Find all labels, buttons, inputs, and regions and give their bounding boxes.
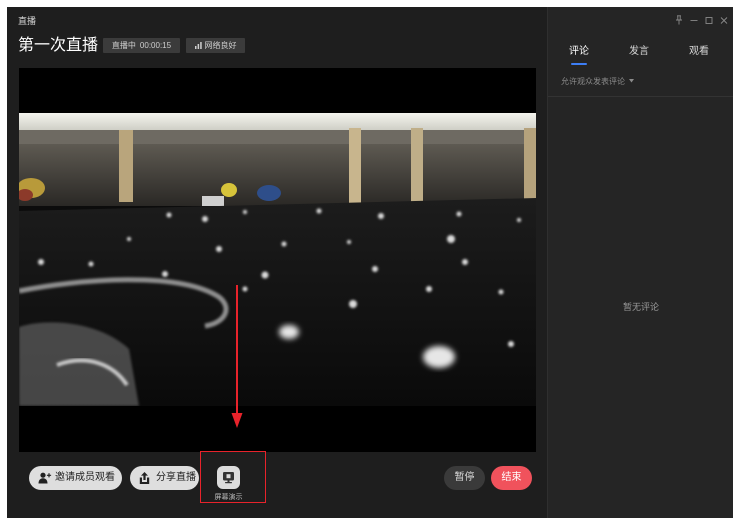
maximize-icon[interactable] [704,15,714,25]
elapsed-time: 00:00:15 [139,41,172,50]
signal-icon [194,42,202,49]
add-person-icon [38,472,52,484]
side-panel: 评论 发言 观看 允许观众发表评论 暂无评论 [547,7,733,518]
minimize-icon[interactable] [689,15,699,25]
end-live-button[interactable]: 结束 [491,466,532,490]
shelf [19,113,536,206]
live-status-badge: 直播中 00:00:15 [103,38,180,53]
live-stream-window: 直播 第一次直播 直播中 00:00:15 网络良好 邀请成员观看 分享直播 屏… [7,7,733,518]
pin-icon[interactable] [674,15,684,25]
camera-preview [19,113,536,406]
tab-speak-label: 发言 [629,46,649,57]
empty-comments-message: 暂无评论 [622,302,659,312]
active-tab-indicator [571,63,587,65]
comment-permission-label: 允许观众发表评论 [561,77,625,86]
tab-viewers-label: 观看 [689,46,709,57]
annotation-arrow [231,285,243,428]
app-title: 直播 [18,16,37,26]
invite-members-button[interactable]: 邀请成员观看 [29,466,122,490]
share-live-label: 分享直播 [156,472,196,483]
network-status-text: 网络良好 [204,41,237,50]
live-status-text: 直播中 [111,41,136,50]
video-preview [19,68,536,452]
chevron-down-icon [629,79,634,83]
pause-button[interactable]: 暂停 [444,466,485,490]
stream-title: 第一次直播 [18,37,99,54]
invite-members-label: 邀请成员观看 [55,472,115,483]
comment-permission-dropdown[interactable]: 允许观众发表评论 [561,76,634,87]
tab-speak[interactable]: 发言 [619,45,659,67]
tab-comments-label: 评论 [569,46,589,57]
tab-viewers[interactable]: 观看 [679,45,719,67]
share-icon [139,472,150,484]
divider [548,96,733,97]
close-icon[interactable] [719,15,729,25]
share-live-button[interactable]: 分享直播 [130,466,199,490]
network-status-badge: 网络良好 [186,38,245,53]
tab-comments[interactable]: 评论 [559,45,599,67]
annotation-highlight-box [200,451,266,503]
